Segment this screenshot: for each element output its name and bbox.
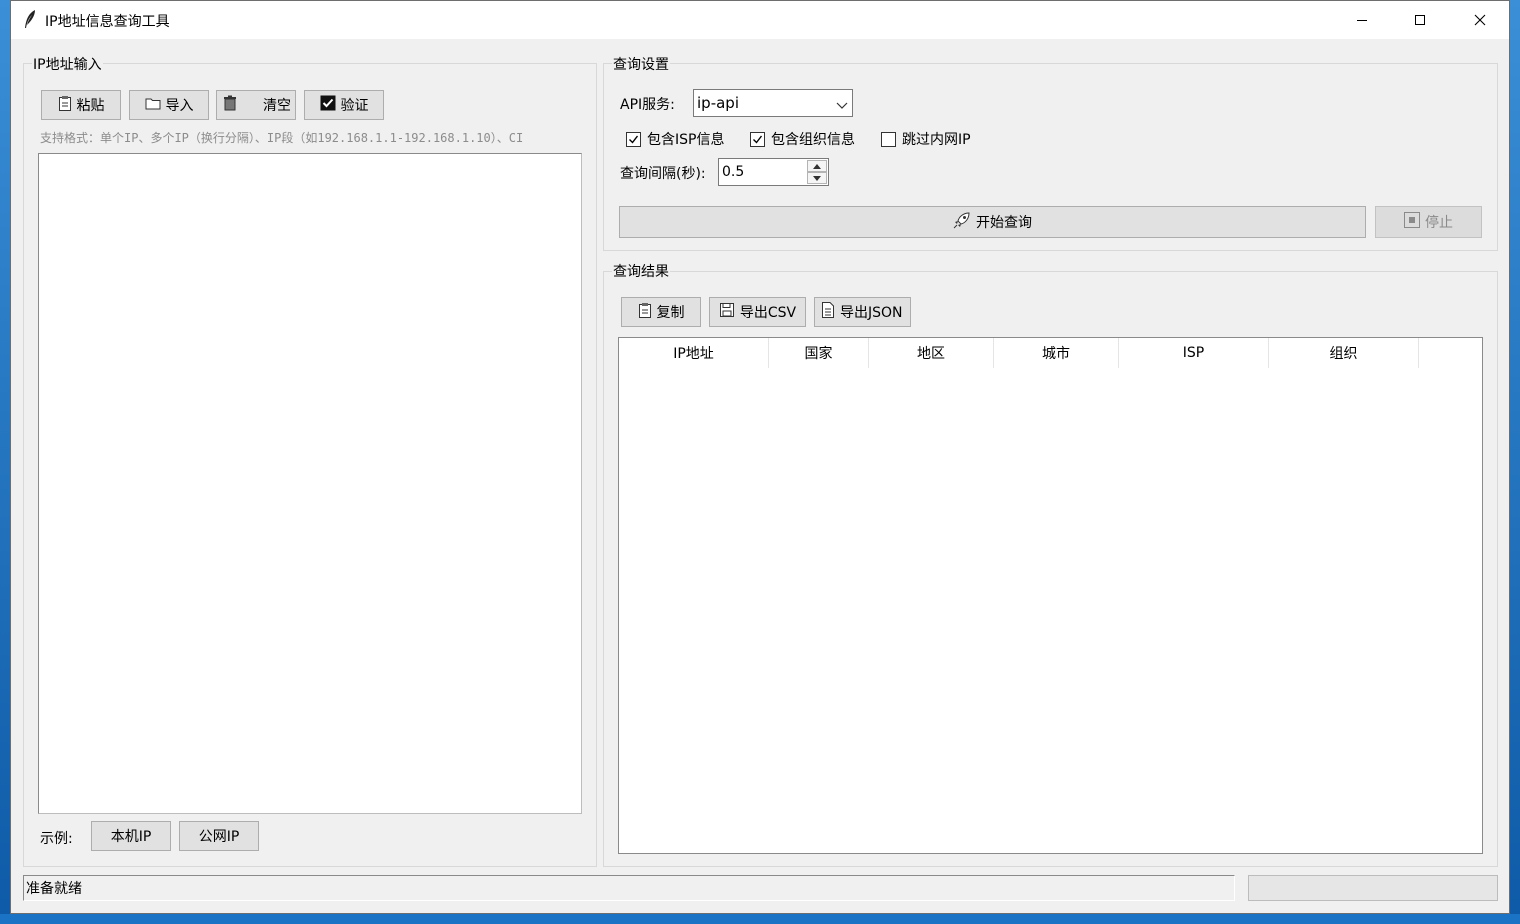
clear-button[interactable]: 清空 xyxy=(216,90,296,120)
results-table[interactable]: IP地址 国家 地区 城市 ISP 组织 时 xyxy=(618,337,1483,854)
export-json-label: 导出JSON xyxy=(840,305,903,321)
start-query-button[interactable]: 开始查询 xyxy=(619,206,1366,238)
column-header-region[interactable]: 地区 xyxy=(869,338,994,368)
ip-input-group-title: IP地址输入 xyxy=(32,54,103,74)
import-button-label: 导入 xyxy=(165,98,194,114)
checkbox-box xyxy=(626,131,641,147)
copy-button-label: 复制 xyxy=(656,305,685,321)
skip-private-ip-label: 跳过内网IP xyxy=(902,132,971,148)
api-service-select[interactable]: ip-api xyxy=(693,89,853,117)
desktop-edge-right xyxy=(1510,0,1520,924)
include-isp-checkbox[interactable]: 包含ISP信息 xyxy=(626,129,724,149)
results-table-header: IP地址 国家 地区 城市 ISP 组织 时 xyxy=(619,338,1482,368)
paste-button-label: 粘贴 xyxy=(76,98,105,114)
export-csv-button[interactable]: 导出CSV xyxy=(709,297,806,327)
ip-textarea[interactable] xyxy=(38,153,582,814)
column-header-ip[interactable]: IP地址 xyxy=(619,338,769,368)
checkmark-icon xyxy=(320,95,336,115)
public-ip-button[interactable]: 公网IP xyxy=(179,821,259,851)
results-group-title: 查询结果 xyxy=(612,261,670,281)
copy-button[interactable]: 复制 xyxy=(621,297,701,327)
clear-button-label: 清空 xyxy=(263,98,291,114)
interval-value: 0.5 xyxy=(722,164,745,180)
clipboard-icon xyxy=(638,302,652,322)
desktop-edge-bottom xyxy=(0,914,1520,924)
rocket-icon xyxy=(953,211,971,233)
title-bar[interactable]: IP地址信息查询工具 xyxy=(11,1,1509,39)
stop-label: 停止 xyxy=(1425,215,1453,231)
include-org-checkbox[interactable]: 包含组织信息 xyxy=(750,129,855,149)
settings-group-title: 查询设置 xyxy=(612,54,670,74)
folder-icon xyxy=(145,97,161,114)
api-service-label: API服务: xyxy=(620,97,675,113)
column-header-org[interactable]: 组织 xyxy=(1269,338,1419,368)
maximize-button[interactable] xyxy=(1391,1,1449,39)
progress-bar xyxy=(1248,875,1498,901)
export-csv-label: 导出CSV xyxy=(739,305,797,321)
document-icon xyxy=(821,302,835,322)
checkbox-box xyxy=(750,131,765,147)
app-window: IP地址信息查询工具 IP地址输入 粘贴 导入 清空 验证 支持格式：单个IP、… xyxy=(10,0,1510,914)
floppy-disk-icon xyxy=(719,302,735,322)
export-json-button[interactable]: 导出JSON xyxy=(814,297,911,327)
validate-button-label: 验证 xyxy=(340,98,369,114)
include-isp-label: 包含ISP信息 xyxy=(647,132,725,148)
desktop-edge-left xyxy=(0,0,10,924)
close-button[interactable] xyxy=(1451,1,1509,39)
spin-up-icon[interactable] xyxy=(807,160,827,172)
status-text: 准备就绪 xyxy=(26,881,82,897)
column-header-country[interactable]: 国家 xyxy=(769,338,869,368)
public-ip-button-label: 公网IP xyxy=(198,829,240,845)
feather-icon xyxy=(23,9,37,33)
chevron-down-icon xyxy=(836,97,848,115)
interval-spinbox[interactable]: 0.5 xyxy=(718,158,829,186)
column-header-isp[interactable]: ISP xyxy=(1119,338,1269,368)
status-bar: 准备就绪 xyxy=(23,875,1235,901)
trash-icon xyxy=(223,95,237,115)
local-ip-button[interactable]: 本机IP xyxy=(91,821,171,851)
clipboard-icon xyxy=(58,95,72,115)
checkbox-box xyxy=(881,131,896,147)
stop-button[interactable]: 停止 xyxy=(1375,206,1482,238)
stop-icon xyxy=(1404,212,1420,232)
column-header-time[interactable]: 时 xyxy=(1419,338,1482,368)
format-hint: 支持格式：单个IP、多个IP（换行分隔）、IP段（如192.168.1.1-19… xyxy=(40,131,524,145)
window-title: IP地址信息查询工具 xyxy=(45,14,170,30)
import-button[interactable]: 导入 xyxy=(129,90,209,120)
minimize-button[interactable] xyxy=(1333,1,1391,39)
examples-label: 示例: xyxy=(40,831,73,847)
column-header-city[interactable]: 城市 xyxy=(994,338,1119,368)
skip-private-ip-checkbox[interactable]: 跳过内网IP xyxy=(881,129,971,149)
validate-button[interactable]: 验证 xyxy=(304,90,384,120)
spin-down-icon[interactable] xyxy=(807,172,827,184)
paste-button[interactable]: 粘贴 xyxy=(41,90,121,120)
api-service-value: ip-api xyxy=(697,94,739,112)
interval-label: 查询间隔(秒): xyxy=(620,166,706,182)
include-org-label: 包含组织信息 xyxy=(771,132,855,148)
local-ip-button-label: 本机IP xyxy=(110,829,152,845)
start-query-label: 开始查询 xyxy=(976,215,1032,231)
